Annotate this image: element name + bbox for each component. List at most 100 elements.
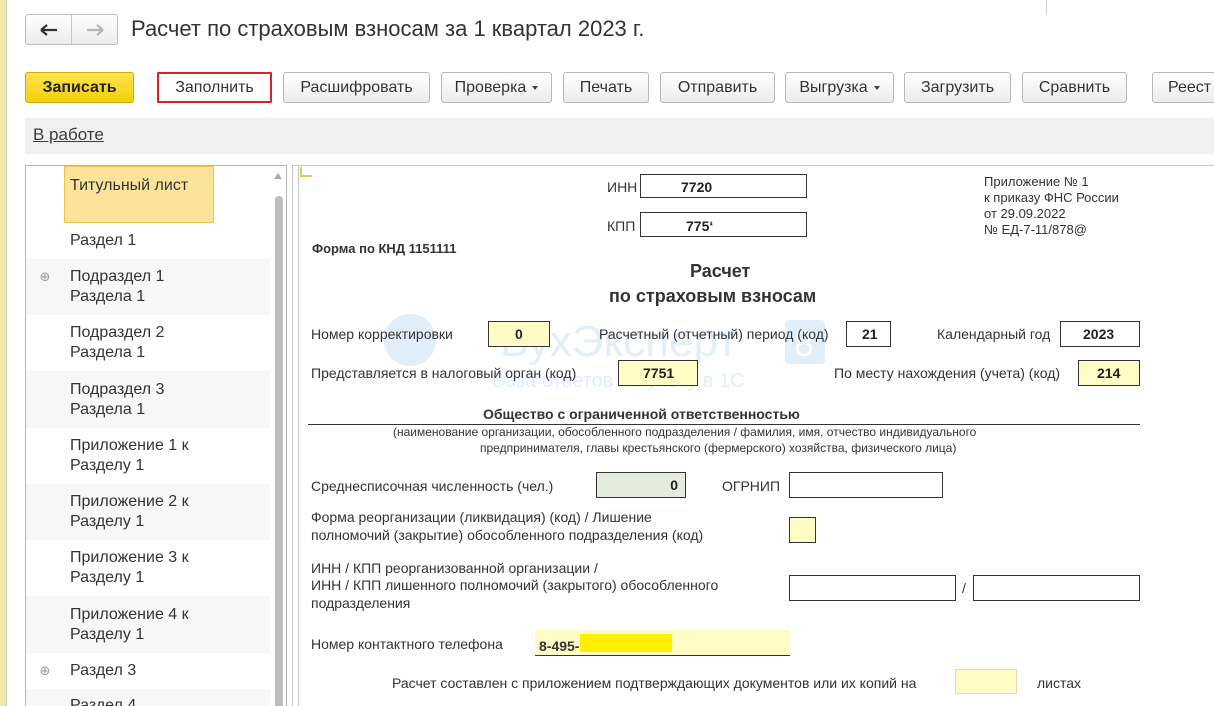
- appendix-line: № ЕД-7-11/878@: [984, 222, 1087, 237]
- expand-plus-icon[interactable]: ⊕: [39, 664, 51, 677]
- location-label: По месту нахождения (учета) (код): [834, 365, 1061, 381]
- form-frame-border: [292, 165, 1214, 166]
- sidebar-item-section-3[interactable]: ⊕ Раздел 3: [26, 653, 270, 689]
- knd-code: Форма по КНД 1151111: [312, 241, 457, 256]
- page-title: Расчет по страховым взносам за 1 квартал…: [131, 16, 645, 41]
- window-left-border: [6, 0, 7, 706]
- reorg-inn-label: подразделения: [311, 595, 411, 611]
- phone-label: Номер контактного телефона: [311, 636, 503, 652]
- reorg-kpp-field[interactable]: [973, 575, 1140, 601]
- form-frame-border: [298, 165, 299, 706]
- sidebar-item-appendix-2[interactable]: Приложение 2 к Разделу 1: [26, 484, 270, 540]
- correction-label: Номер корректировки: [311, 326, 453, 342]
- sidebar-item-label: Приложение 4 к Разделу 1: [70, 606, 189, 643]
- year-label: Календарный год: [937, 326, 1051, 342]
- expand-plus-icon[interactable]: ⊕: [39, 270, 51, 283]
- fill-button[interactable]: Заполнить: [157, 72, 272, 103]
- sidebar-item-label: Приложение 3 к Разделу 1: [70, 549, 189, 586]
- ogrnip-label: ОГРНИП: [722, 478, 781, 494]
- appendix-line: Приложение № 1: [984, 174, 1089, 189]
- location-field[interactable]: 214: [1078, 360, 1140, 386]
- sidebar-item-subsection-1[interactable]: ⊕ Подраздел 1 Раздела 1: [26, 259, 270, 315]
- sidebar-item-label: Подраздел 2 Раздела 1: [70, 324, 165, 361]
- reorg-label: Форма реорганизации (ликвидация) (код) /…: [311, 509, 652, 525]
- headcount-label: Среднесписочная численность (чел.): [311, 478, 554, 494]
- reorg-code-field[interactable]: [789, 517, 816, 543]
- sidebar-item-label: Приложение 2 к Разделу 1: [70, 493, 189, 530]
- check-label: Проверка: [454, 78, 527, 96]
- sheets-field[interactable]: [955, 669, 1017, 694]
- sidebar-item-label: Раздел 1: [70, 232, 137, 249]
- sidebar-item-label: Раздел 4: [70, 697, 137, 706]
- check-menu-button[interactable]: Проверка: [441, 72, 552, 103]
- kpp-field[interactable]: 775‘: [640, 212, 807, 237]
- form-subheading: по страховым взносам: [609, 286, 817, 306]
- decode-button[interactable]: Расшифровать: [283, 72, 430, 103]
- sidebar-item-label: Титульный лист: [70, 177, 189, 194]
- sidebar-item-subsection-3[interactable]: Подраздел 3 Раздела 1: [26, 371, 270, 428]
- tax-authority-field[interactable]: 7751: [618, 360, 698, 386]
- sidebar-item-section-1[interactable]: Раздел 1: [26, 223, 270, 259]
- export-label: Выгрузка: [799, 78, 868, 96]
- organization-name[interactable]: Общество с ограниченной ответственностью: [483, 406, 800, 422]
- focus-corner-mark: [300, 167, 312, 177]
- organization-hint: предпринимателя, главы крестьянского (фе…: [480, 441, 957, 455]
- chevron-down-icon: [873, 85, 880, 90]
- period-label: Расчетный (отчетный) период (код): [599, 326, 829, 342]
- inn-label: ИНН: [607, 179, 638, 195]
- sidebar-item-subsection-2[interactable]: Подраздел 2 Раздела 1: [26, 315, 270, 371]
- reorg-inn-label: ИНН / КПП лишенного полномочий (закрытог…: [311, 577, 719, 593]
- sidebar-item-label: Раздел 3: [70, 662, 137, 679]
- sidebar-item-appendix-4[interactable]: Приложение 4 к Разделу 1: [26, 596, 270, 653]
- appendix-line: от 29.09.2022: [984, 206, 1066, 221]
- scroll-up-arrow-icon[interactable]: [274, 173, 282, 179]
- phone-value: 8-495-: [539, 638, 580, 654]
- watermark-logo: БухЭксперт 8 База ответов по учёту в 1С: [384, 314, 825, 392]
- appendix-line: к приказу ФНС России: [984, 190, 1119, 205]
- organization-hint: (наименование организации, обособленного…: [393, 425, 977, 439]
- sheets-label: Расчет составлен с приложением подтвержд…: [392, 675, 917, 691]
- scrollbar-thumb[interactable]: [275, 196, 283, 706]
- forward-button[interactable]: [71, 15, 117, 44]
- arrow-left-icon: [39, 23, 57, 36]
- status-link[interactable]: В работе: [33, 125, 104, 145]
- correction-field[interactable]: 0: [488, 321, 550, 347]
- tax-authority-label: Представляется в налоговый орган (код): [311, 365, 577, 381]
- header-divider: [1046, 0, 1047, 14]
- status-bar: В работе: [25, 118, 1214, 154]
- reorg-label: полномочий (закрытие) обособленного подр…: [311, 527, 704, 543]
- sidebar-item-label: Подраздел 3 Раздела 1: [70, 381, 165, 418]
- sections-list: Титульный лист Раздел 1 ⊕ Подраздел 1 Ра…: [25, 165, 287, 706]
- reorg-inn-field[interactable]: [789, 575, 956, 601]
- send-button[interactable]: Отправить: [660, 72, 775, 103]
- sidebar-item-label: Приложение 1 к Разделу 1: [70, 437, 189, 474]
- load-button[interactable]: Загрузить: [904, 72, 1011, 103]
- reorg-inn-label: ИНН / КПП реорганизованной организации /: [311, 560, 598, 576]
- export-menu-button[interactable]: Выгрузка: [785, 72, 894, 103]
- phone-field[interactable]: 8-495-: [535, 630, 790, 656]
- sidebar-item-label: Подраздел 1 Раздела 1: [70, 268, 165, 305]
- arrow-right-icon: [86, 23, 104, 36]
- save-button[interactable]: Записать: [25, 72, 134, 103]
- form-heading: Расчет: [690, 261, 751, 281]
- form-frame-border: [292, 165, 293, 706]
- period-field[interactable]: 21: [846, 321, 891, 347]
- compare-button[interactable]: Сравнить: [1022, 72, 1127, 103]
- chevron-down-icon: [532, 85, 539, 90]
- ogrnip-field[interactable]: [789, 472, 943, 498]
- sidebar-item-section-4[interactable]: Раздел 4: [26, 689, 270, 706]
- registry-button[interactable]: Реест: [1152, 72, 1214, 103]
- sidebar-item-title-page[interactable]: Титульный лист: [26, 166, 270, 223]
- inn-kpp-separator: /: [962, 580, 966, 596]
- phone-redaction-mask: [580, 634, 672, 652]
- inn-field[interactable]: 7720: [640, 174, 807, 198]
- headcount-field[interactable]: 0: [596, 472, 686, 498]
- sheets-unit: листах: [1037, 675, 1082, 691]
- sidebar-item-appendix-3[interactable]: Приложение 3 к Разделу 1: [26, 540, 270, 596]
- kpp-label: КПП: [607, 218, 636, 234]
- history-nav: [25, 14, 118, 45]
- sidebar-item-appendix-1[interactable]: Приложение 1 к Разделу 1: [26, 428, 270, 484]
- year-field[interactable]: 2023: [1060, 321, 1140, 347]
- back-button[interactable]: [26, 15, 71, 44]
- print-button[interactable]: Печать: [563, 72, 649, 103]
